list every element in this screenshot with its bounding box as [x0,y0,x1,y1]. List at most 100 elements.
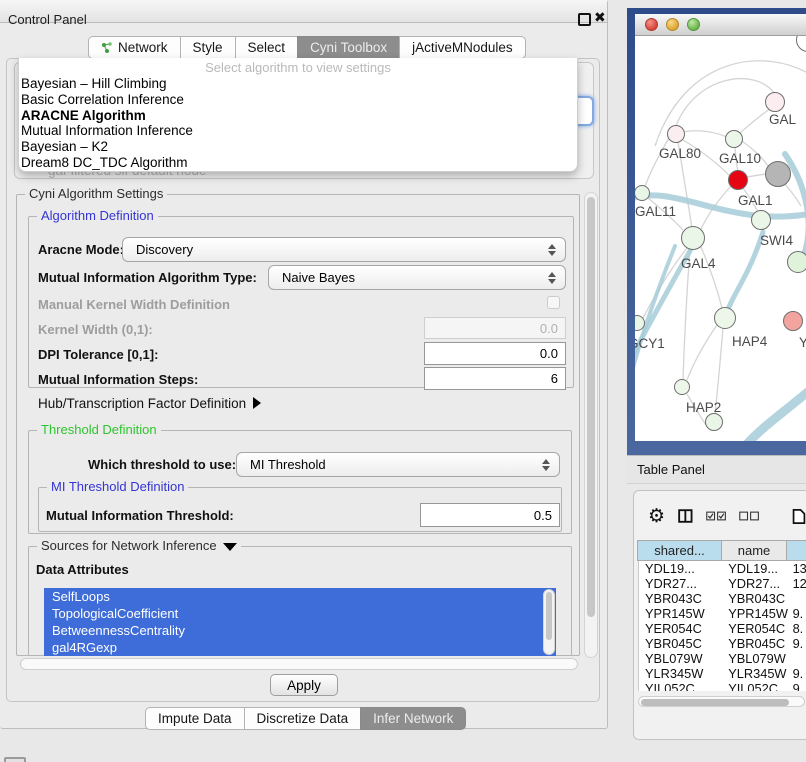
hub-definition-disclosure[interactable]: Hub/Transcription Factor Definition [38,396,261,411]
column-layout-icon[interactable] [678,507,693,525]
table-cell: YBR045C [722,636,787,651]
table-cell: 9. [788,606,806,621]
mi-steps-field[interactable]: 6 [424,367,566,390]
network-node-gal[interactable] [765,92,785,112]
settings-horizontal-scrollbar[interactable] [20,658,578,670]
apply-button[interactable]: Apply [270,674,338,696]
spinner-arrows-icon [548,272,556,284]
tab-select[interactable]: Select [235,36,299,59]
network-node-hap4[interactable] [714,307,736,329]
table-cell: YPR145W [639,606,722,621]
attribute-item[interactable]: SelfLoops [44,588,556,605]
attributes-list-scrollbar[interactable] [543,589,555,655]
network-window-titlebar[interactable] [635,14,806,36]
disclosure-right-icon [253,397,261,409]
table-panel-title: Table Panel [637,462,705,477]
mi-threshold-field[interactable]: 0.5 [420,503,560,527]
sources-title[interactable]: Sources for Network Inference [37,538,241,553]
which-threshold-value: MI Threshold [250,457,326,472]
network-node[interactable] [705,413,723,431]
scrollbar-thumb[interactable] [641,699,789,706]
dropdown-item[interactable]: Basic Correlation Inference [19,92,577,108]
zoom-traffic-light-icon[interactable] [687,18,700,31]
tab-jactivemnodules[interactable]: jActiveMNodules [399,36,526,59]
node-label: GCY1 [635,336,665,351]
mi-type-select[interactable]: Naive Bayes [268,265,566,290]
tab-infer-network[interactable]: Infer Network [360,707,466,730]
network-node-gal1[interactable] [728,170,748,190]
manual-kernel-checkbox[interactable] [547,296,560,309]
table-row[interactable]: YDL19...YDL19...13 [639,561,806,576]
float-window-icon[interactable] [578,13,591,26]
collapsed-panel-icon[interactable] [4,757,26,762]
kernel-width-field[interactable]: 0.0 [424,317,566,339]
node-label: GAL11 [635,204,676,219]
network-node-gal80[interactable] [667,125,685,143]
network-node-gal10[interactable] [725,130,743,148]
control-panel-titlebar[interactable] [0,0,607,23]
settings-vertical-scrollbar[interactable] [584,192,598,658]
tab-style[interactable]: Style [180,36,236,59]
node-label: GAL [769,112,796,127]
table-cell: YDL19... [722,561,787,576]
tab-cyni-toolbox[interactable]: Cyni Toolbox [297,36,400,59]
tab-impute-data[interactable]: Impute Data [145,707,245,730]
table-row[interactable]: YBR045CYBR045C9. [639,636,806,651]
cyni-algorithm-settings-title: Cyni Algorithm Settings [25,186,167,201]
aracne-mode-select[interactable]: Discovery [122,237,566,262]
scrollbar-thumb[interactable] [587,197,595,617]
column-header[interactable]: shared... [637,540,722,561]
network-node-gal4[interactable] [681,226,705,250]
table-row[interactable]: YLR345WYLR345W9. [639,666,806,681]
dropdown-item[interactable]: Mutual Information Inference [19,123,577,139]
network-canvas[interactable]: GALGAL80GAL10GAL1GAL11SWI4GAL4GCY1HAP4YH… [635,36,806,441]
gear-icon[interactable]: ⚙ [648,507,665,526]
attribute-item[interactable]: BetweennessCentrality [44,622,556,639]
network-node-y[interactable] [783,311,803,331]
kernel-width-label: Kernel Width (0,1): [38,322,153,337]
table-panel-titlebar[interactable]: Table Panel [627,455,806,484]
mi-type-value: Naive Bayes [282,270,355,285]
table-panel-toolbar: ⚙ [633,498,806,534]
close-icon[interactable]: ✖ [594,10,606,24]
dropdown-item[interactable]: Bayesian – K2 [19,139,577,155]
network-node[interactable] [765,161,791,187]
minimize-traffic-light-icon[interactable] [666,18,679,31]
tab-label: Style [193,40,223,55]
dropdown-item[interactable]: Dream8 DC_TDC Algorithm [19,155,577,171]
network-node-hap2[interactable] [674,379,690,395]
dropdown-item[interactable]: Bayesian – Hill Climbing [19,76,577,92]
table-cell [788,651,806,666]
deselect-checkboxes-icon[interactable] [739,510,759,522]
hub-definition-label: Hub/Transcription Factor Definition [38,396,246,411]
network-node[interactable] [787,251,806,273]
close-traffic-light-icon[interactable] [645,18,658,31]
table-cell: YPR145W [722,606,787,621]
table-row[interactable]: YBL079WYBL079W [639,651,806,666]
select-all-checkboxes-icon[interactable] [706,510,726,522]
network-node-swi4[interactable] [751,210,771,230]
dpi-tolerance-field[interactable]: 0.0 [424,342,566,365]
dropdown-item[interactable]: ARACNE Algorithm [19,108,577,124]
tab-network[interactable]: Network [88,36,181,59]
tab-label: Impute Data [158,711,232,726]
table-cell: YIL052C [639,681,722,691]
attribute-item[interactable]: gal4RGexp [44,639,556,656]
scrollbar-thumb[interactable] [546,592,552,640]
table-row[interactable]: YER054CYER054C8. [639,621,806,636]
threshold-definition-title: Threshold Definition [37,422,161,437]
table-row[interactable]: YPR145WYPR145W9. [639,606,806,621]
table-row[interactable]: YDR27...YDR27...12 [639,576,806,591]
tab-discretize-data[interactable]: Discretize Data [244,707,362,730]
table-row[interactable]: YIL052CYIL052C9. [639,681,806,691]
table-horizontal-scrollbar[interactable] [638,696,805,707]
which-threshold-select[interactable]: MI Threshold [236,452,560,477]
network-icon [101,42,113,54]
attribute-item[interactable]: TopologicalCoefficient [44,605,556,622]
column-header[interactable]: name [721,540,787,561]
mi-threshold-label: Mutual Information Threshold: [46,508,234,523]
table-cell: YDL19... [639,561,722,576]
column-header[interactable]: A [786,540,806,561]
document-icon[interactable] [792,506,806,527]
table-row[interactable]: YBR043CYBR043C [639,591,806,606]
